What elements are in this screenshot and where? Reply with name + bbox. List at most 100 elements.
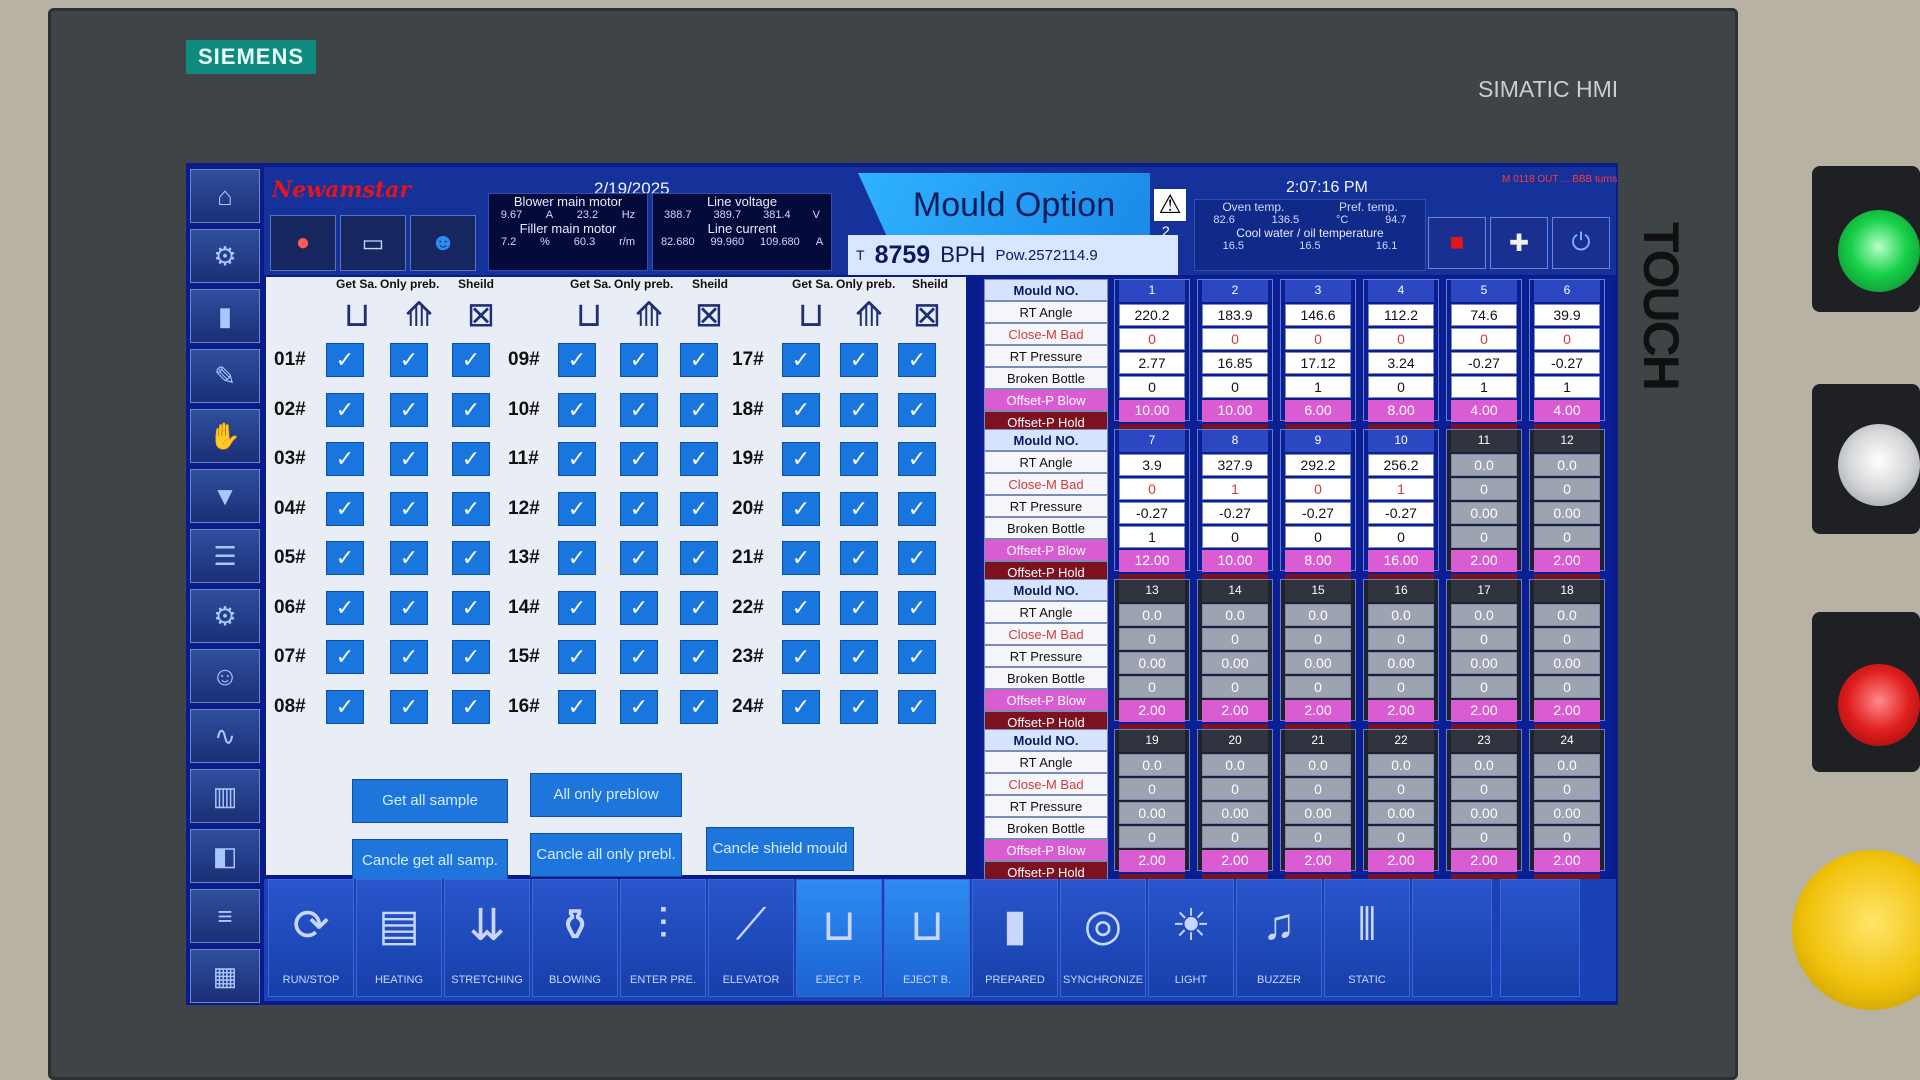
mould-column[interactable]: 180.000.0002.003.00 xyxy=(1529,579,1605,746)
offset-p-blow-value[interactable]: 2.00 xyxy=(1368,850,1434,872)
get-sample-checkbox[interactable]: ✓ xyxy=(558,541,596,575)
gears-icon[interactable]: ⚙ xyxy=(190,589,260,643)
only-preblow-checkbox[interactable]: ✓ xyxy=(840,442,878,476)
mould-column[interactable]: 1220.202.77010.0012.00 xyxy=(1114,279,1190,446)
mould-column[interactable]: 210.000.0002.003.00 xyxy=(1280,729,1356,896)
tool-icon[interactable]: ✎ xyxy=(190,349,260,403)
only-preblow-checkbox[interactable]: ✓ xyxy=(620,590,658,625)
mould-column[interactable]: 170.000.0002.003.00 xyxy=(1446,579,1522,746)
shield-checkbox[interactable]: ✓ xyxy=(452,491,490,526)
get-sample-checkbox[interactable]: ✓ xyxy=(782,640,820,674)
get-sample-checkbox[interactable]: ✓ xyxy=(326,442,364,476)
uk-flag-icon[interactable]: ✚ xyxy=(1490,217,1548,269)
warning-icon[interactable]: ⚠ xyxy=(1154,189,1186,221)
mould-column[interactable]: 3146.6017.1216.006.00 xyxy=(1280,279,1356,446)
offset-p-blow-value[interactable]: 10.00 xyxy=(1119,400,1185,422)
offset-p-blow-value[interactable]: 4.00 xyxy=(1534,400,1600,422)
offset-p-blow-value[interactable]: 2.00 xyxy=(1451,700,1517,722)
alarm-light-icon[interactable]: ● xyxy=(270,215,336,271)
offset-p-blow-value[interactable]: 16.00 xyxy=(1368,550,1434,572)
bottle-icon[interactable]: ▮ xyxy=(190,289,260,343)
get-all-sample-button[interactable]: Get all sample xyxy=(352,779,508,823)
buzzer-button[interactable]: ♫ BUZZER xyxy=(1236,879,1322,997)
red-pushbutton[interactable] xyxy=(1838,664,1920,746)
mould-column[interactable]: 150.000.0002.003.00 xyxy=(1280,579,1356,746)
operator-icon[interactable]: ☺ xyxy=(190,649,260,703)
mould-column[interactable]: 130.000.0002.003.00 xyxy=(1114,579,1190,746)
offset-p-blow-value[interactable]: 12.00 xyxy=(1119,550,1185,572)
shield-checkbox[interactable]: ✓ xyxy=(898,343,936,377)
eject-preform-button[interactable]: ⊔ EJECT P. xyxy=(796,879,882,997)
shield-checkbox[interactable]: ✓ xyxy=(898,640,936,674)
shield-checkbox[interactable]: ✓ xyxy=(452,689,490,724)
trend-chart-icon[interactable]: ∿ xyxy=(190,709,260,763)
empty-function-button[interactable] xyxy=(1500,879,1580,997)
offset-p-blow-value[interactable]: 2.00 xyxy=(1285,700,1351,722)
home-icon[interactable]: ⌂ xyxy=(190,169,260,223)
light-button[interactable]: ☀ LIGHT xyxy=(1148,879,1234,997)
only-preblow-checkbox[interactable]: ✓ xyxy=(840,640,878,674)
get-sample-checkbox[interactable]: ✓ xyxy=(558,590,596,625)
offset-p-blow-value[interactable]: 4.00 xyxy=(1451,400,1517,422)
user-icon[interactable]: ☻ xyxy=(410,215,476,271)
only-preblow-checkbox[interactable]: ✓ xyxy=(390,491,428,526)
green-pushbutton[interactable] xyxy=(1838,210,1920,292)
get-sample-checkbox[interactable]: ✓ xyxy=(782,343,820,377)
mould-column[interactable]: 2183.9016.85010.008.00 xyxy=(1197,279,1273,446)
only-preblow-checkbox[interactable]: ✓ xyxy=(390,590,428,625)
offset-p-blow-value[interactable]: 10.00 xyxy=(1202,400,1268,422)
run-stop-button[interactable]: ⟳ RUN/STOP xyxy=(268,879,354,997)
mould-column[interactable]: 9292.20-0.2708.0010.00 xyxy=(1280,429,1356,596)
cancel-get-all-sample-button[interactable]: Cancle get all samp. xyxy=(352,839,508,883)
only-preblow-checkbox[interactable]: ✓ xyxy=(390,541,428,575)
enter-preform-button[interactable]: ⫶ ENTER PRE. xyxy=(620,879,706,997)
mould-column[interactable]: 140.000.0002.003.00 xyxy=(1197,579,1273,746)
white-pushbutton[interactable] xyxy=(1838,424,1920,506)
shield-checkbox[interactable]: ✓ xyxy=(452,541,490,575)
only-preblow-checkbox[interactable]: ✓ xyxy=(840,541,878,575)
cancel-all-only-preblow-button[interactable]: Cancle all only prebl. xyxy=(530,833,682,877)
shield-checkbox[interactable]: ✓ xyxy=(680,640,718,674)
cancel-shield-mould-button[interactable]: Cancle shield mould xyxy=(706,827,854,871)
mould-column[interactable]: 8327.91-0.27010.0010.00 xyxy=(1197,429,1273,596)
mould-column[interactable]: 4112.203.2408.0010.00 xyxy=(1363,279,1439,446)
offset-p-blow-value[interactable]: 2.00 xyxy=(1534,850,1600,872)
offset-p-blow-value[interactable]: 10.00 xyxy=(1202,550,1268,572)
mould-column[interactable]: 639.90-0.2714.0012.00 xyxy=(1529,279,1605,446)
prepared-button[interactable]: ▮ PREPARED xyxy=(972,879,1058,997)
shield-checkbox[interactable]: ✓ xyxy=(452,590,490,625)
static-button[interactable]: ⫴ STATIC xyxy=(1324,879,1410,997)
shield-checkbox[interactable]: ✓ xyxy=(680,689,718,724)
mould-column[interactable]: 190.000.0002.003.00 xyxy=(1114,729,1190,896)
only-preblow-checkbox[interactable]: ✓ xyxy=(620,343,658,377)
get-sample-checkbox[interactable]: ✓ xyxy=(326,541,364,575)
only-preblow-checkbox[interactable]: ✓ xyxy=(390,442,428,476)
shield-checkbox[interactable]: ✓ xyxy=(680,491,718,526)
get-sample-checkbox[interactable]: ✓ xyxy=(558,343,596,377)
get-sample-checkbox[interactable]: ✓ xyxy=(326,590,364,625)
emergency-stop-button[interactable] xyxy=(1792,850,1920,1010)
get-sample-checkbox[interactable]: ✓ xyxy=(782,689,820,724)
get-sample-checkbox[interactable]: ✓ xyxy=(782,491,820,526)
manual-book-icon[interactable]: ☰ xyxy=(190,529,260,583)
get-sample-checkbox[interactable]: ✓ xyxy=(326,343,364,377)
get-sample-checkbox[interactable]: ✓ xyxy=(782,590,820,625)
synchronize-button[interactable]: ◎ SYNCHRONIZE xyxy=(1060,879,1146,997)
offset-p-blow-value[interactable]: 2.00 xyxy=(1451,850,1517,872)
only-preblow-checkbox[interactable]: ✓ xyxy=(840,392,878,427)
power-icon[interactable]: ⏻ xyxy=(1552,217,1610,269)
only-preblow-checkbox[interactable]: ✓ xyxy=(840,491,878,526)
shield-checkbox[interactable]: ✓ xyxy=(680,442,718,476)
mould-column[interactable]: 73.90-0.27112.0018.00 xyxy=(1114,429,1190,596)
mould-column[interactable]: 240.000.0002.003.00 xyxy=(1529,729,1605,896)
get-sample-checkbox[interactable]: ✓ xyxy=(558,491,596,526)
stretching-button[interactable]: ⇊ STRETCHING xyxy=(444,879,530,997)
mould-column[interactable]: 10256.21-0.27016.0022.00 xyxy=(1363,429,1439,596)
heating-button[interactable]: ▤ HEATING xyxy=(356,879,442,997)
only-preblow-checkbox[interactable]: ✓ xyxy=(620,541,658,575)
get-sample-checkbox[interactable]: ✓ xyxy=(558,689,596,724)
offset-p-blow-value[interactable]: 2.00 xyxy=(1534,700,1600,722)
only-preblow-checkbox[interactable]: ✓ xyxy=(390,640,428,674)
eject-bottle-button[interactable]: ⊔ EJECT B. xyxy=(884,879,970,997)
shield-checkbox[interactable]: ✓ xyxy=(898,442,936,476)
